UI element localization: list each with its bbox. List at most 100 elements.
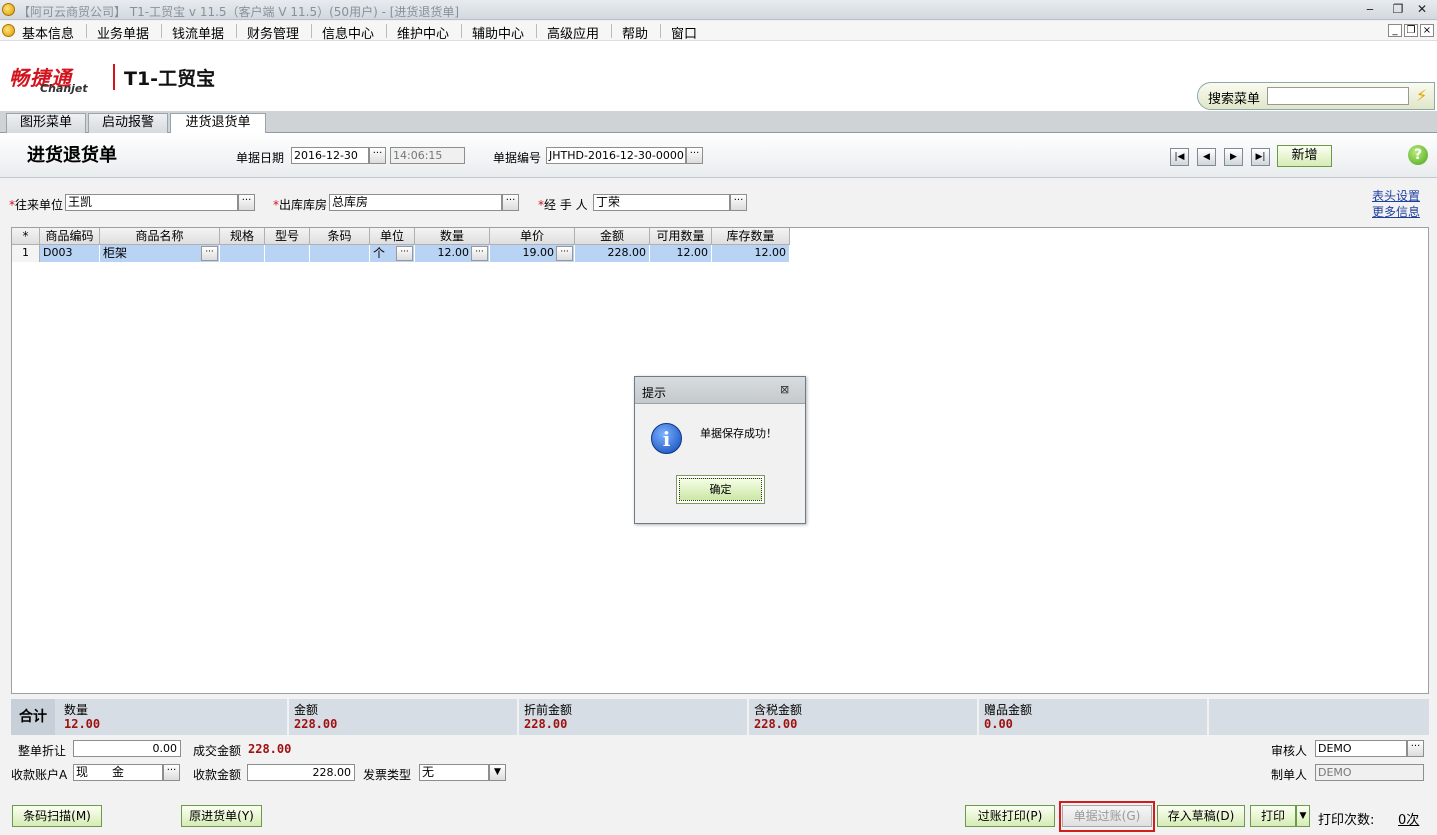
cell-qty-button[interactable]: ··· [471, 246, 488, 261]
mdi-restore-icon[interactable]: ❐ [1404, 24, 1418, 37]
date-picker-button[interactable]: ··· [369, 147, 386, 164]
deal-amount-label: 成交金额 [193, 744, 242, 758]
help-icon[interactable]: ? [1408, 145, 1428, 165]
column-header: * [12, 228, 40, 245]
barcode-scan-button[interactable]: 条码扫描(M) [12, 805, 102, 827]
cell-model[interactable] [265, 245, 310, 262]
total-tax-included: 含税金额 228.00 [749, 699, 979, 735]
menu-assist[interactable]: 辅助中心 [472, 23, 524, 42]
column-header[interactable]: 条码 [310, 228, 370, 245]
print-dropdown-icon[interactable]: ▼ [1296, 805, 1310, 827]
cell-spec[interactable] [220, 245, 265, 262]
account-field[interactable]: 现 金 [73, 764, 163, 781]
post-document-button[interactable]: 单据过账(G) [1062, 805, 1152, 827]
menu-maintenance[interactable]: 维护中心 [397, 23, 449, 42]
mdi-minimize-icon[interactable]: _ [1388, 24, 1402, 37]
column-header[interactable]: 单价 [490, 228, 575, 245]
cell-unit-button[interactable]: ··· [396, 246, 413, 261]
brand-logo-sub: Chanjet [40, 82, 88, 95]
handler-button[interactable]: ··· [730, 194, 747, 211]
column-header[interactable]: 数量 [415, 228, 490, 245]
cell-amount[interactable]: 228.00 [575, 245, 650, 262]
mdi-close-icon[interactable]: × [1420, 24, 1434, 37]
menu-separator [236, 24, 237, 38]
ok-button[interactable]: 确定 [676, 475, 765, 504]
doc-no-label: 单据编号 [493, 151, 542, 165]
menu-window[interactable]: 窗口 [671, 23, 697, 42]
first-record-button[interactable]: |◀ [1170, 148, 1189, 166]
auditor-button[interactable]: ··· [1407, 740, 1424, 757]
menu-help[interactable]: 帮助 [622, 23, 648, 42]
menu-advanced[interactable]: 高级应用 [547, 23, 599, 42]
cell-price-button[interactable]: ··· [556, 246, 573, 261]
menu-search-input[interactable] [1267, 87, 1409, 105]
account-button[interactable]: ··· [163, 764, 180, 781]
dialog-close-icon[interactable]: ⊠ [780, 383, 789, 396]
chevron-down-icon[interactable]: ▼ [489, 764, 506, 781]
more-info-link[interactable]: 更多信息 [1372, 203, 1420, 220]
date-label: 单据日期 [236, 151, 285, 165]
date-field[interactable]: 2016-12-30 [291, 147, 369, 164]
document-header [0, 133, 1437, 178]
column-header[interactable]: 规格 [220, 228, 265, 245]
cell-available: 12.00 [650, 245, 712, 262]
discount-field[interactable]: 0.00 [73, 740, 181, 757]
menu-finance[interactable]: 财务管理 [247, 23, 299, 42]
window-title: 【阿可云商贸公司】 T1-工贸宝 v 11.5（客户端 V 11.5）(50用户… [18, 5, 460, 19]
account-label: 收款账户A [11, 768, 68, 782]
restore-icon[interactable]: ❐ [1390, 2, 1406, 17]
totals-bar: 数量 12.00 金额 228.00 折前金额 228.00 含税金额 228.00 赠… [11, 699, 1429, 735]
save-draft-button[interactable]: 存入草稿(D) [1157, 805, 1245, 827]
menu-business-docs[interactable]: 业务单据 [97, 23, 149, 42]
title-bar: 【阿可云商贸公司】 T1-工贸宝 v 11.5（客户端 V 11.5）(50用户… [0, 0, 1437, 20]
row-number: 1 [12, 245, 40, 262]
partner-button[interactable]: ··· [238, 194, 255, 211]
auditor-field[interactable]: DEMO [1315, 740, 1407, 757]
invoice-type-select[interactable]: 无 [419, 764, 489, 781]
menu-search-label: 搜索菜单 [1208, 92, 1261, 107]
column-header[interactable]: 可用数量 [650, 228, 712, 245]
doc-no-field[interactable]: JHTHD-2016-12-30-00001 [546, 147, 686, 164]
menu-cash-docs[interactable]: 钱流单据 [172, 23, 224, 42]
total-amount: 金额 228.00 [289, 699, 519, 735]
lightning-icon[interactable]: ⚡ [1416, 86, 1427, 105]
tab-purchase-return[interactable]: 进货退货单 [170, 113, 266, 134]
header-settings-link[interactable]: 表头设置 [1372, 187, 1420, 204]
received-field[interactable]: 228.00 [247, 764, 355, 781]
close-icon[interactable]: ✕ [1414, 2, 1430, 17]
time-field: 14:06:15 [390, 147, 465, 164]
column-header[interactable]: 型号 [265, 228, 310, 245]
warehouse-field[interactable]: 总库房 [329, 194, 502, 211]
partner-field[interactable]: 王凯 [65, 194, 238, 211]
menu-basic-info[interactable]: 基本信息 [22, 23, 74, 42]
menu-info-center[interactable]: 信息中心 [322, 23, 374, 42]
original-purchase-button[interactable]: 原进货单(Y) [181, 805, 262, 827]
warehouse-label: *出库库房 [273, 198, 328, 212]
post-print-button[interactable]: 过账打印(P) [965, 805, 1055, 827]
print-button[interactable]: 打印 [1250, 805, 1296, 827]
column-header[interactable]: 金额 [575, 228, 650, 245]
tab-startup-alert[interactable]: 启动报警 [88, 113, 168, 133]
column-header[interactable]: 单位 [370, 228, 415, 245]
received-label: 收款金额 [193, 768, 242, 782]
warehouse-button[interactable]: ··· [502, 194, 519, 211]
prev-record-button[interactable]: ◀ [1197, 148, 1216, 166]
cell-name-button[interactable]: ··· [201, 246, 218, 261]
tab-graphic-menu[interactable]: 图形菜单 [6, 113, 86, 133]
column-header[interactable]: 库存数量 [712, 228, 790, 245]
totals-label: 合计 [11, 699, 55, 735]
menu-bar: 基本信息 业务单据 钱流单据 财务管理 信息中心 维护中心 辅助中心 高级应用 … [0, 21, 1437, 42]
doc-no-button[interactable]: ··· [686, 147, 703, 164]
menu-separator [311, 24, 312, 38]
next-record-button[interactable]: ▶ [1224, 148, 1243, 166]
column-header[interactable]: 商品名称 [100, 228, 220, 245]
cell-code[interactable]: D003 [40, 245, 100, 262]
last-record-button[interactable]: ▶| [1251, 148, 1270, 166]
cell-barcode[interactable] [310, 245, 370, 262]
handler-label: *经 手 人 [538, 198, 588, 212]
minimize-icon[interactable]: ‒ [1362, 2, 1378, 17]
new-button[interactable]: 新增 [1277, 145, 1332, 167]
column-header[interactable]: 商品编码 [40, 228, 100, 245]
product-name: T1-工贸宝 [124, 68, 216, 90]
handler-field[interactable]: 丁荣 [593, 194, 730, 211]
